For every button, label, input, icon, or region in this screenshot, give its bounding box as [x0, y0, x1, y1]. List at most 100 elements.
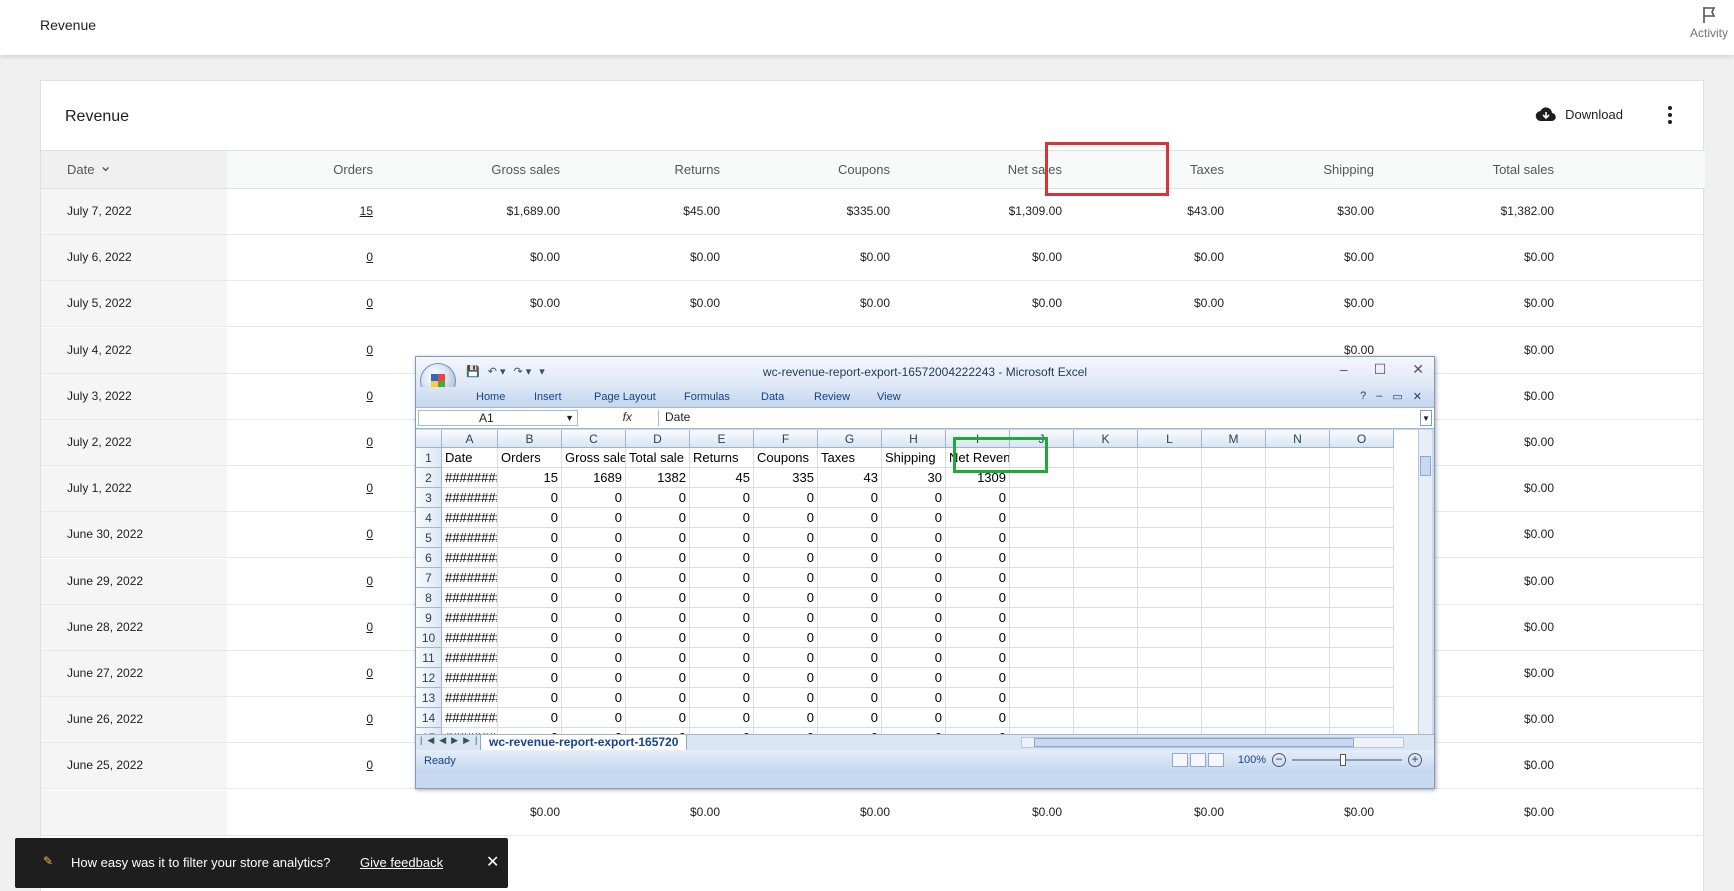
cell-orders[interactable]: 0 — [366, 527, 373, 541]
cell[interactable]: 0 — [562, 708, 626, 728]
cell[interactable] — [1330, 568, 1394, 588]
cell[interactable]: 0 — [882, 648, 946, 668]
cell[interactable]: 0 — [818, 548, 882, 568]
cell[interactable]: ######## — [442, 668, 498, 688]
cell[interactable]: 45 — [690, 468, 754, 488]
customize-toolbar-icon[interactable]: ▾ — [539, 365, 545, 378]
cell[interactable]: ######## — [442, 528, 498, 548]
cell[interactable] — [1010, 568, 1074, 588]
cell[interactable]: 0 — [498, 508, 562, 528]
cell-orders[interactable]: 0 — [366, 389, 373, 403]
zoom-in-icon[interactable]: + — [1408, 753, 1422, 767]
column-header[interactable]: F — [754, 430, 818, 448]
cell[interactable]: 0 — [690, 648, 754, 668]
cell-orders[interactable]: 0 — [366, 758, 373, 772]
row-header[interactable]: 7 — [416, 568, 442, 588]
cell[interactable] — [1010, 668, 1074, 688]
cell[interactable]: 0 — [690, 548, 754, 568]
cell[interactable] — [1202, 548, 1266, 568]
cell[interactable]: ######## — [442, 708, 498, 728]
cell[interactable]: 0 — [562, 488, 626, 508]
cell[interactable]: 0 — [690, 628, 754, 648]
cell[interactable]: 0 — [690, 688, 754, 708]
cell[interactable]: 0 — [626, 708, 690, 728]
give-feedback-link[interactable]: Give feedback — [360, 855, 443, 870]
cell[interactable]: 0 — [562, 508, 626, 528]
row-header[interactable]: 13 — [416, 688, 442, 708]
cell[interactable] — [1202, 528, 1266, 548]
cell[interactable] — [1138, 568, 1202, 588]
cell[interactable]: 0 — [754, 708, 818, 728]
cell[interactable] — [1010, 488, 1074, 508]
cell[interactable] — [1330, 448, 1394, 468]
cell[interactable]: 0 — [754, 688, 818, 708]
cell[interactable]: 0 — [882, 568, 946, 588]
cell[interactable]: 0 — [882, 588, 946, 608]
cell-orders[interactable]: 0 — [366, 620, 373, 634]
cell[interactable]: Returns — [690, 448, 754, 468]
cell[interactable]: 0 — [818, 708, 882, 728]
row-header[interactable]: 2 — [416, 468, 442, 488]
cell[interactable] — [1138, 588, 1202, 608]
cell[interactable]: 1382 — [626, 468, 690, 488]
row-header[interactable]: 4 — [416, 508, 442, 528]
cell[interactable] — [1138, 508, 1202, 528]
cell[interactable]: 0 — [562, 648, 626, 668]
cell[interactable]: 0 — [498, 528, 562, 548]
cell[interactable]: 0 — [690, 528, 754, 548]
cell[interactable]: 0 — [882, 548, 946, 568]
cell[interactable]: 0 — [690, 668, 754, 688]
cell[interactable]: 0 — [946, 528, 1010, 548]
cell[interactable] — [1074, 508, 1138, 528]
more-options-icon[interactable] — [1665, 103, 1675, 127]
cell[interactable]: ######## — [442, 628, 498, 648]
minimize-button[interactable]: – — [1340, 361, 1348, 378]
zoom-slider-thumb[interactable] — [1340, 754, 1346, 766]
select-all-corner[interactable] — [416, 430, 442, 448]
help-icon[interactable]: ? — [1360, 390, 1366, 403]
cell[interactable]: 30 — [882, 468, 946, 488]
cell[interactable] — [1266, 688, 1330, 708]
cell[interactable]: 0 — [690, 488, 754, 508]
cell[interactable] — [1138, 448, 1202, 468]
cell[interactable]: 0 — [946, 628, 1010, 648]
cell[interactable] — [1202, 688, 1266, 708]
cell-orders[interactable]: 0 — [366, 666, 373, 680]
cell[interactable] — [1074, 648, 1138, 668]
cell[interactable] — [1266, 508, 1330, 528]
ribbon-close-icon[interactable]: ✕ — [1413, 390, 1422, 403]
cell[interactable]: 0 — [690, 588, 754, 608]
activity-button[interactable]: Activity — [1684, 6, 1734, 40]
cell[interactable]: Date — [442, 448, 498, 468]
cell[interactable]: 0 — [498, 628, 562, 648]
cell[interactable] — [1010, 588, 1074, 608]
cell[interactable] — [1202, 468, 1266, 488]
cell[interactable]: 0 — [562, 568, 626, 588]
cell[interactable]: 0 — [498, 708, 562, 728]
cell[interactable]: 0 — [690, 508, 754, 528]
cell[interactable]: 0 — [882, 688, 946, 708]
cell[interactable]: ######## — [442, 468, 498, 488]
cell[interactable] — [1074, 708, 1138, 728]
cell[interactable] — [1202, 668, 1266, 688]
insert-function-icon[interactable]: fx — [576, 410, 638, 426]
cell[interactable] — [1266, 708, 1330, 728]
cell[interactable]: 0 — [754, 608, 818, 628]
cell[interactable] — [1010, 528, 1074, 548]
cell[interactable]: 0 — [498, 608, 562, 628]
column-header[interactable]: A — [442, 430, 498, 448]
cell-orders[interactable]: 0 — [366, 574, 373, 588]
cell[interactable]: 0 — [818, 488, 882, 508]
row-header[interactable]: 12 — [416, 668, 442, 688]
cell[interactable] — [1330, 628, 1394, 648]
cell[interactable] — [1010, 508, 1074, 528]
cell[interactable] — [1202, 508, 1266, 528]
cell[interactable]: 0 — [562, 628, 626, 648]
row-header[interactable]: 5 — [416, 528, 442, 548]
cell[interactable] — [1330, 588, 1394, 608]
cell[interactable]: 0 — [946, 548, 1010, 568]
cell[interactable] — [1202, 608, 1266, 628]
column-header[interactable]: M — [1202, 430, 1266, 448]
ribbon-tab-data[interactable]: Data — [761, 391, 784, 403]
expand-formula-bar-icon[interactable]: ▼ — [1420, 410, 1432, 426]
